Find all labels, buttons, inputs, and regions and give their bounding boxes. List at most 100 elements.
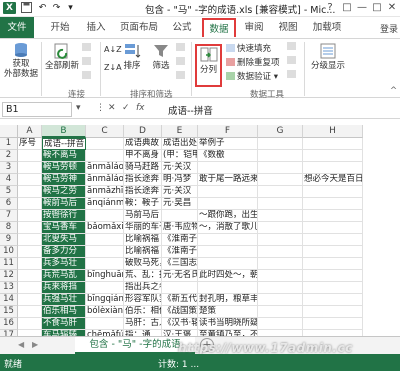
table-cell[interactable] <box>86 234 124 246</box>
table-cell[interactable]: 鞍前马后 <box>42 198 86 210</box>
table-cell[interactable]: 唐·韦应物 <box>162 222 198 234</box>
table-cell[interactable] <box>198 258 258 270</box>
maximize-button[interactable]: □ <box>370 1 384 15</box>
table-cell[interactable]: 指长途奔 <box>124 174 162 186</box>
table-cell[interactable]: 按辔徐行 <box>42 210 86 222</box>
table-cell[interactable]: ānmǎzhīláo <box>86 186 124 198</box>
table-cell[interactable] <box>258 246 303 258</box>
table-cell[interactable] <box>86 318 124 330</box>
row-header[interactable]: 2 <box>0 150 18 162</box>
enter-icon[interactable]: ✓ <box>122 103 130 113</box>
table-cell[interactable] <box>18 282 42 294</box>
undo-icon[interactable]: ↶ <box>36 2 49 14</box>
table-cell[interactable] <box>18 150 42 162</box>
table-cell[interactable]: 《三国志·魏书 <box>162 258 198 270</box>
table-cell[interactable]: 荒、乱：指社会秩序不安 <box>124 270 162 282</box>
table-cell[interactable]: 鞍马劳顿 <box>42 162 86 174</box>
header-cell[interactable] <box>258 138 303 150</box>
table-cell[interactable]: 元·吴昌 <box>162 198 198 210</box>
header-cell[interactable]: 举例子 <box>198 138 258 150</box>
column-header-h[interactable]: H <box>303 125 363 138</box>
sheet-next-icon[interactable]: ▶ <box>32 340 38 349</box>
table-cell[interactable]: bólèxiàngmǎ <box>86 306 124 318</box>
filter-button[interactable]: 筛选 <box>148 42 174 71</box>
sort-descending-button[interactable]: Z↓A <box>104 63 122 72</box>
table-cell[interactable]: 宝马香车 <box>42 222 86 234</box>
table-cell[interactable] <box>162 282 198 294</box>
table-cell[interactable] <box>258 174 303 186</box>
table-cell[interactable] <box>258 150 303 162</box>
row-header[interactable]: 15 <box>0 306 18 318</box>
tab-formulas[interactable]: 公式 <box>166 18 198 37</box>
table-cell[interactable] <box>18 294 42 306</box>
row-header[interactable]: 9 <box>0 234 18 246</box>
table-cell[interactable]: (甲：铠甲 <box>162 150 198 162</box>
table-cell[interactable]: ānqiánmǎhòu <box>86 198 124 210</box>
table-cell[interactable] <box>198 234 258 246</box>
name-box-dropdown-icon[interactable]: ▾ <box>76 103 81 113</box>
formula-input[interactable]: 成语--拼音 <box>168 103 213 117</box>
row-header[interactable]: 8 <box>0 222 18 234</box>
column-header-d[interactable]: D <box>124 125 162 138</box>
table-cell[interactable] <box>303 282 363 294</box>
name-box[interactable]: B1 <box>2 102 72 117</box>
select-all-corner[interactable] <box>0 125 18 138</box>
table-cell[interactable] <box>303 198 363 210</box>
table-cell[interactable]: 形容军队实力强大 <box>124 294 162 306</box>
column-header-a[interactable]: A <box>18 125 42 138</box>
row-header[interactable]: 6 <box>0 198 18 210</box>
table-cell[interactable] <box>18 318 42 330</box>
table-cell[interactable]: ānmǎláodùn <box>86 162 124 174</box>
table-cell[interactable] <box>258 306 303 318</box>
table-cell[interactable] <box>198 282 258 294</box>
relationships-icon[interactable] <box>287 70 298 80</box>
table-cell[interactable]: 《淮南子 <box>162 234 198 246</box>
row-header[interactable]: 11 <box>0 258 18 270</box>
table-cell[interactable] <box>198 186 258 198</box>
connections-icon[interactable] <box>82 43 93 53</box>
table-cell[interactable] <box>18 246 42 258</box>
table-cell[interactable]: 读书当明晓所疑，所谓～，未为不知味 <box>198 318 258 330</box>
table-cell[interactable] <box>18 186 42 198</box>
consolidate-icon[interactable] <box>287 42 298 52</box>
table-cell[interactable] <box>303 258 363 270</box>
header-cell[interactable] <box>86 138 124 150</box>
table-cell[interactable] <box>258 198 303 210</box>
advanced-filter-icon[interactable] <box>176 71 187 81</box>
table-cell[interactable]: 指长途奔 <box>124 186 162 198</box>
table-cell[interactable]: 《战国策 <box>162 306 198 318</box>
minimize-button[interactable]: — <box>355 1 369 15</box>
table-cell[interactable]: 《数檄 <box>198 150 258 162</box>
table-cell[interactable]: 骑马赶路 <box>124 162 162 174</box>
text-to-columns-button[interactable]: 分列 <box>197 46 220 75</box>
sort-ascending-button[interactable]: A↓Z <box>104 45 122 54</box>
table-cell[interactable]: ～，消散了歌儿舞女，空闲了～。《元 王实 <box>198 222 258 234</box>
table-cell[interactable]: 马前马后 <box>124 210 162 222</box>
table-cell[interactable] <box>303 294 363 306</box>
table-cell[interactable] <box>258 294 303 306</box>
table-cell[interactable]: 明·冯梦 <box>162 174 198 186</box>
collapse-ribbon-icon[interactable]: ^ <box>390 86 397 96</box>
tab-page-layout[interactable]: 页面布局 <box>114 18 164 37</box>
table-cell[interactable]: ～跟你跑，出生入死为你干。《王祝元 <box>198 210 258 222</box>
edit-links-icon[interactable] <box>82 71 93 81</box>
table-cell[interactable]: 封孔明，粮草丰足，所用之物，一切齐 <box>198 294 258 306</box>
row-header[interactable]: 7 <box>0 210 18 222</box>
table-cell[interactable]: 比喻祸福 <box>124 234 162 246</box>
tab-view[interactable]: 视图 <box>272 18 304 37</box>
ribbon-display-button[interactable]: □ <box>340 1 354 15</box>
worksheet-grid[interactable]: A B C D E F G H 1 序号 成语--拼音 成语典故 成语出处 举例子 2 鞍不离马 甲不离身 (甲：… <box>0 125 400 340</box>
properties-icon[interactable] <box>82 57 93 67</box>
row-header[interactable]: 16 <box>0 318 18 330</box>
what-if-icon[interactable] <box>287 56 298 66</box>
table-cell[interactable] <box>86 258 124 270</box>
outline-button[interactable]: 分级显示 <box>310 42 346 71</box>
header-cell[interactable]: 成语出处 <box>162 138 198 150</box>
row-header[interactable]: 5 <box>0 186 18 198</box>
table-cell[interactable]: 破败马死， <box>124 258 162 270</box>
table-cell[interactable] <box>258 210 303 222</box>
help-button[interactable]: ? <box>323 1 337 15</box>
table-cell[interactable]: 元·关汉 <box>162 162 198 174</box>
row-header[interactable]: 3 <box>0 162 18 174</box>
table-cell[interactable]: 华丽的车子 <box>124 222 162 234</box>
